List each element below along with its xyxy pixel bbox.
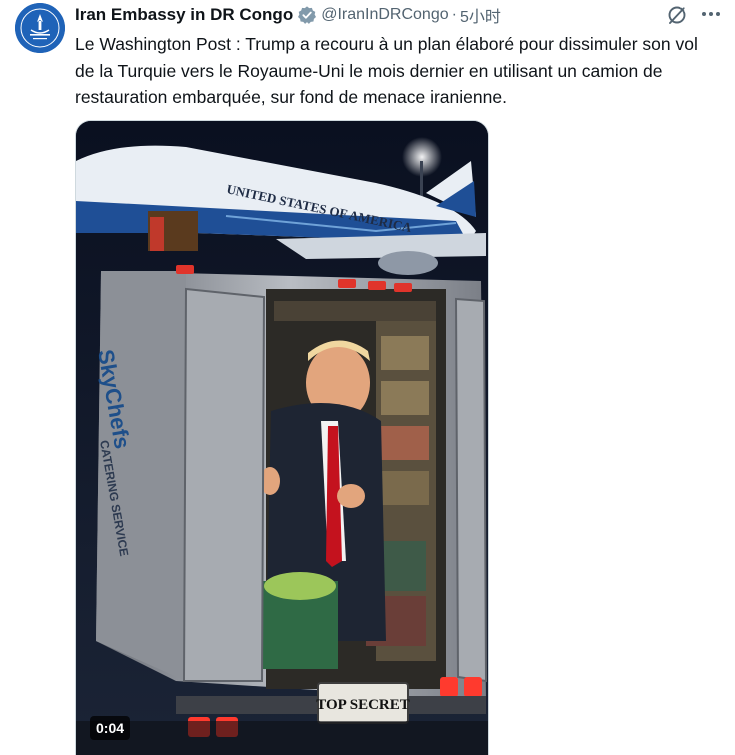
- avatar[interactable]: [15, 3, 65, 53]
- separator-dot: ·: [451, 6, 457, 23]
- video-duration: 0:04: [90, 716, 131, 740]
- tweet-time[interactable]: 5小时: [460, 3, 501, 27]
- tweet-header: Iran Embassy in DR Congo @IranInDRCongo …: [75, 4, 501, 26]
- plate-text: TOP SECRET: [316, 697, 410, 713]
- tweet-video[interactable]: UNITED STATES OF AMERICA SkyChefs CATERI…: [75, 120, 489, 755]
- more-icon[interactable]: [700, 3, 722, 25]
- tweet-text: Le Washington Post : Trump a recouru à u…: [75, 34, 698, 107]
- tweet[interactable]: Iran Embassy in DR Congo @IranInDRCongo …: [0, 0, 735, 755]
- embassy-emblem-icon: [15, 3, 65, 53]
- author-handle[interactable]: @IranInDRCongo: [321, 6, 448, 24]
- author-name[interactable]: Iran Embassy in DR Congo: [75, 5, 293, 25]
- grok-icon[interactable]: [665, 3, 689, 27]
- video-frame-image: UNITED STATES OF AMERICA SkyChefs CATERI…: [76, 121, 488, 755]
- verified-badge-icon: [297, 5, 317, 25]
